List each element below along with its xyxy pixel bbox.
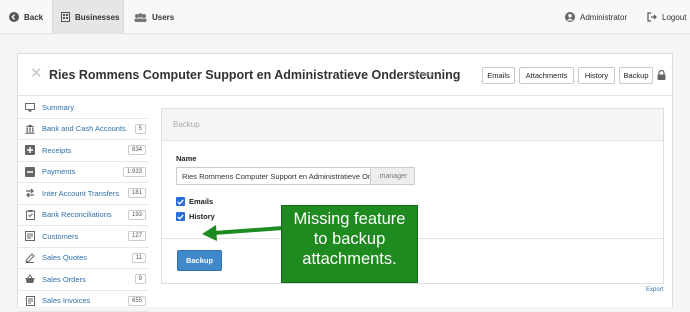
backup-header-button[interactable]: Backup: [619, 67, 653, 84]
basket-icon: [25, 274, 35, 284]
checkmark-icon: [177, 214, 184, 220]
plus-box-icon: [25, 145, 35, 155]
backup-card-header: Backup: [162, 109, 663, 141]
count-badge: 655: [128, 296, 146, 306]
sidebar-item-sales-orders[interactable]: Sales Orders 9: [18, 269, 149, 291]
quote-icon: [25, 253, 35, 263]
history-checkbox[interactable]: [176, 212, 185, 221]
attachments-button[interactable]: Attachments: [519, 67, 574, 84]
count-badge: 834: [128, 145, 146, 155]
sidebar-item-sales-quotes[interactable]: Sales Quotes 11: [18, 248, 149, 270]
logout-button[interactable]: Logout: [647, 0, 686, 34]
count-badge: 181: [128, 188, 146, 198]
backup-name-input[interactable]: Ries Rommens Computer Support en Adminis…: [176, 167, 371, 185]
emails-button[interactable]: Emails: [482, 67, 515, 84]
sidebar-item-label: Bank Reconciliations: [42, 210, 112, 219]
annotation-callout: Missing feature to backup attachments.: [281, 205, 418, 283]
businesses-label: Businesses: [75, 13, 119, 22]
file-extension-addon: .manager: [371, 167, 415, 185]
name-label: Name: [176, 154, 196, 163]
sidebar: Summary Bank and Cash Accounts 5 Receipt…: [18, 97, 149, 312]
user-menu[interactable]: Administrator: [565, 0, 627, 34]
annotation-arrow: [200, 218, 284, 244]
bank-icon: [25, 124, 35, 134]
sidebar-item-bank-reconciliations[interactable]: Bank Reconciliations 193: [18, 205, 149, 227]
count-badge: 193: [128, 210, 146, 220]
sidebar-item-label: Sales Quotes: [42, 253, 87, 262]
sidebar-item-summary[interactable]: Summary: [18, 97, 149, 119]
sidebar-item-label: Customers: [42, 232, 78, 241]
sidebar-item-label: Bank and Cash Accounts: [42, 124, 126, 133]
close-icon[interactable]: ✕: [30, 66, 43, 81]
backup-submit-button[interactable]: Backup: [177, 250, 222, 271]
rename-link[interactable]: Rename: [410, 71, 435, 78]
logout-label: Logout: [662, 13, 686, 22]
emails-checkbox-label: Emails: [189, 197, 213, 206]
count-badge: 127: [128, 231, 146, 241]
minus-box-icon: [25, 167, 35, 177]
annotation-line: attachments.: [282, 249, 417, 269]
sidebar-item-label: Receipts: [42, 146, 71, 155]
sidebar-item-label: Summary: [42, 103, 74, 112]
top-nav: Back Businesses Users Administrator Logo…: [0, 0, 690, 34]
users-icon: [134, 13, 147, 22]
back-button[interactable]: Back: [9, 0, 43, 34]
users-label: Users: [152, 13, 174, 22]
export-link[interactable]: Export: [646, 287, 663, 293]
backup-card-title: Backup: [173, 120, 200, 129]
sidebar-item-label: Sales Invoices: [42, 296, 90, 305]
count-badge: 1.933: [123, 167, 146, 177]
sidebar-item-receipts[interactable]: Receipts 834: [18, 140, 149, 162]
annotation-line: Missing feature: [282, 209, 417, 229]
clipboard-icon: [25, 210, 35, 220]
checkmark-icon: [177, 199, 184, 205]
business-title: Ries Rommens Computer Support en Adminis…: [49, 68, 460, 82]
customers-icon: [25, 231, 35, 241]
sidebar-item-payments[interactable]: Payments 1.933: [18, 162, 149, 184]
building-icon: [61, 12, 70, 22]
transfer-icon: [25, 188, 35, 198]
monitor-icon: [25, 102, 35, 112]
sidebar-item-label: Inter Account Transfers: [42, 189, 119, 198]
count-badge: 11: [132, 253, 146, 263]
invoice-icon: [25, 296, 35, 306]
history-button[interactable]: History: [578, 67, 615, 84]
nav-users[interactable]: Users: [134, 0, 174, 34]
emails-checkbox[interactable]: [176, 197, 185, 206]
logout-icon: [647, 12, 657, 22]
count-badge: 9: [135, 274, 146, 284]
count-badge: 5: [135, 124, 146, 134]
nav-businesses[interactable]: Businesses: [52, 0, 124, 34]
user-circle-icon: [565, 12, 575, 22]
panel-header: ✕ Ries Rommens Computer Support en Admin…: [18, 54, 672, 96]
user-name: Administrator: [580, 13, 627, 22]
sidebar-item-label: Payments: [42, 167, 75, 176]
back-label: Back: [24, 13, 43, 22]
annotation-line: to backup: [282, 229, 417, 249]
arrow-left-circle-icon: [9, 12, 19, 22]
lock-icon[interactable]: [657, 70, 666, 80]
sidebar-item-customers[interactable]: Customers 127: [18, 226, 149, 248]
sidebar-item-label: Sales Orders: [42, 275, 86, 284]
sidebar-item-bank-and-cash-accounts[interactable]: Bank and Cash Accounts 5: [18, 119, 149, 141]
sidebar-item-sales-invoices[interactable]: Sales Invoices 655: [18, 291, 149, 312]
sidebar-item-inter-account-transfers[interactable]: Inter Account Transfers 181: [18, 183, 149, 205]
